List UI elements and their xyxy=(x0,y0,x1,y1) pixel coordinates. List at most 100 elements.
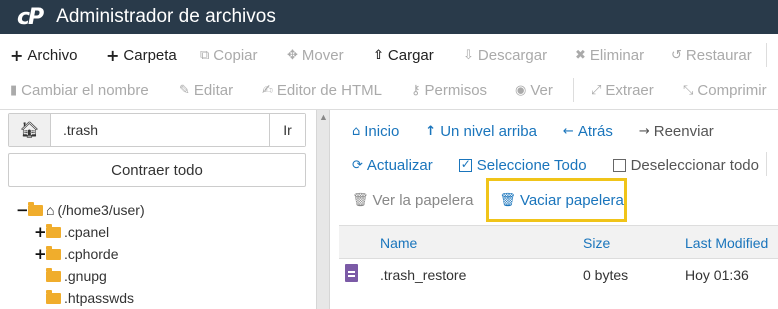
compress-icon: ⤡ xyxy=(683,82,694,98)
arrow-left-icon: ← xyxy=(562,123,574,139)
toolbar-row-1: + Archivo + Carpeta ⧉ Copiar ✥ Mover ⇧ Cargar… xyxy=(0,37,778,73)
select-all-link[interactable]: Seleccione Todo xyxy=(458,156,587,174)
permissions-label: Permisos xyxy=(424,81,488,99)
file-size: 0 bytes xyxy=(583,267,629,283)
download-icon: ⇩ xyxy=(463,47,474,63)
select-all-label: Seleccione Todo xyxy=(476,156,587,174)
column-size[interactable]: Size xyxy=(583,235,610,251)
delete-label: Eliminar xyxy=(589,46,645,64)
back-link[interactable]: ← Atrás xyxy=(563,123,613,140)
compress-button[interactable]: ⤡ Comprimir xyxy=(683,82,767,99)
plus-icon: + xyxy=(10,45,24,65)
tree-root[interactable]: − ⌂ (/home3/user) xyxy=(16,199,145,221)
restore-button[interactable]: ↺ Restaurar xyxy=(671,47,752,64)
restore-icon: ↺ xyxy=(671,47,682,63)
refresh-link[interactable]: ⟳ Actualizar xyxy=(352,157,433,174)
selection-links: ⟳Actualizar Seleccione Todo Deselecciona… xyxy=(352,150,759,180)
expand-toggle-icon[interactable]: + xyxy=(34,245,47,263)
deselect-all-link[interactable]: Deseleccionar todo xyxy=(612,157,759,174)
html-editor-label: Editor de HTML xyxy=(276,81,382,99)
home-button[interactable]: 🏠︎ xyxy=(9,114,51,146)
folder-tree: − ⌂ (/home3/user) + .cpanel + .cphorde .… xyxy=(16,199,145,309)
expand-icon: ⤢ xyxy=(591,82,602,98)
file-table-header: Name Size Last Modified xyxy=(339,225,778,259)
column-last-modified[interactable]: Last Modified xyxy=(685,235,768,251)
tree-item[interactable]: + .cphorde xyxy=(16,243,145,265)
checked-box-icon xyxy=(458,157,472,172)
path-input[interactable] xyxy=(51,114,269,146)
tree-item-label: .gnupg xyxy=(64,268,107,284)
home-link[interactable]: ⌂ Inicio xyxy=(352,123,399,140)
pane-scrollbar[interactable]: ▲ xyxy=(316,110,330,309)
upload-button[interactable]: ⇧ Cargar xyxy=(373,47,434,64)
tree-item[interactable]: .gnupg xyxy=(16,265,145,287)
collapse-toggle-icon[interactable]: − xyxy=(16,201,29,219)
collapse-all-button[interactable]: Contraer todo xyxy=(8,153,306,187)
upload-label: Cargar xyxy=(387,46,434,64)
path-search-group: 🏠︎ Ir xyxy=(8,113,306,147)
file-name: .trash_restore xyxy=(380,267,467,283)
download-button[interactable]: ⇩ Descargar xyxy=(463,47,547,64)
extract-label: Extraer xyxy=(605,81,654,99)
text-file-icon xyxy=(345,264,358,282)
cpanel-logo: cP xyxy=(17,4,44,30)
scroll-up-icon[interactable]: ▲ xyxy=(319,112,328,122)
key-icon: ⚷ xyxy=(411,82,421,98)
up-link-label: Un nivel arriba xyxy=(440,122,537,140)
forward-link-label: Reenviar xyxy=(653,122,714,140)
app-title: Administrador de archivos xyxy=(56,6,276,27)
home-link-label: Inicio xyxy=(364,122,400,140)
view-button[interactable]: ◉ Ver xyxy=(515,82,553,99)
toolbar-separator xyxy=(766,43,767,67)
column-name[interactable]: Name xyxy=(380,235,417,251)
tree-item-label: .cpanel xyxy=(64,224,110,240)
compress-label: Comprimir xyxy=(697,81,767,99)
permissions-button[interactable]: ⚷ Permisos xyxy=(411,82,487,99)
empty-trash-highlight xyxy=(486,178,627,222)
tree-item[interactable]: + .cpanel xyxy=(16,221,145,243)
html-editor-button[interactable]: ✍ Editor de HTML xyxy=(262,82,382,99)
arrow-right-icon: → xyxy=(638,123,650,139)
copy-button[interactable]: ⧉ Copiar xyxy=(200,47,257,64)
new-folder-button[interactable]: + Carpeta xyxy=(106,46,177,65)
new-folder-label: Carpeta xyxy=(123,46,177,64)
move-icon: ✥ xyxy=(287,47,298,63)
view-trash-label: Ver la papelera xyxy=(372,191,474,209)
forward-link[interactable]: → Reenviar xyxy=(639,123,714,140)
new-file-label: Archivo xyxy=(27,46,78,64)
rename-button[interactable]: ▮ Cambiar el nombre xyxy=(10,82,149,99)
table-row[interactable]: .trash_restore 0 bytes Hoy 01:36 xyxy=(339,259,778,293)
restore-label: Restaurar xyxy=(685,46,752,64)
open-folder-icon xyxy=(28,201,43,216)
view-trash-link[interactable]: 🗑︎ Ver la papelera xyxy=(352,192,473,209)
download-label: Descargar xyxy=(477,46,548,64)
refresh-icon: ⟳ xyxy=(352,157,363,173)
folder-icon xyxy=(46,289,61,304)
delete-button[interactable]: ✖ Eliminar xyxy=(575,47,644,64)
expand-toggle-icon[interactable]: + xyxy=(34,223,47,241)
copy-icon: ⧉ xyxy=(200,47,210,63)
tree-item[interactable]: .htpasswds xyxy=(16,287,145,309)
toolbar-divider xyxy=(0,109,778,110)
toolbar-row-2: ▮ Cambiar el nombre ✎ Editar ✍ Editor de HT… xyxy=(0,72,778,108)
up-one-level-link[interactable]: ↑ Un nivel arriba xyxy=(425,123,537,140)
home-icon: 🏠︎ xyxy=(19,122,40,139)
title-bar: cP Administrador de archivos xyxy=(0,0,778,34)
folder-icon xyxy=(46,245,61,260)
rename-label: Cambiar el nombre xyxy=(21,81,149,99)
upload-icon: ⇧ xyxy=(373,47,384,63)
go-button[interactable]: Ir xyxy=(269,114,305,146)
edit-button[interactable]: ✎ Editar xyxy=(179,82,233,99)
eye-icon: ◉ xyxy=(515,82,527,98)
tree-root-label: (/home3/user) xyxy=(57,202,145,218)
refresh-link-label: Actualizar xyxy=(366,156,433,174)
pencil-icon: ✎ xyxy=(179,82,190,98)
navigation-links: ⌂ Inicio ↑ Un nivel arriba ← Atrás → Reenvia… xyxy=(352,116,740,146)
actions-separator xyxy=(766,152,767,176)
extract-button[interactable]: ⤢ Extraer xyxy=(591,82,654,99)
new-file-button[interactable]: + Archivo xyxy=(10,46,77,65)
move-button[interactable]: ✥ Mover xyxy=(287,47,344,64)
toolbar-separator xyxy=(573,78,574,102)
delete-icon: ✖ xyxy=(575,47,586,63)
tree-item-label: .cphorde xyxy=(64,246,119,262)
